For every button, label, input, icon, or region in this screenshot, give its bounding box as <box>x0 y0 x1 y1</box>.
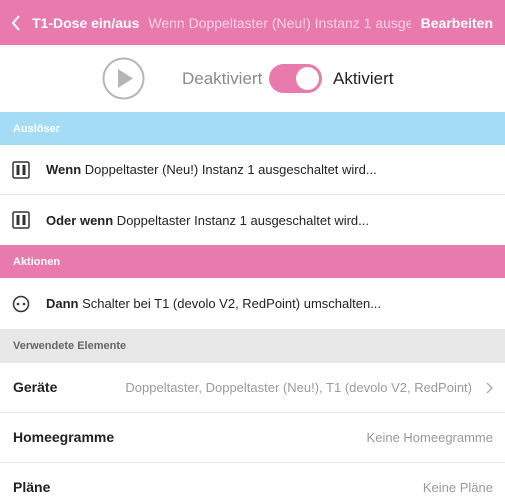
plans-row[interactable]: Pläne Keine Pläne <box>0 463 505 500</box>
plans-value: Keine Pläne <box>422 480 493 495</box>
trigger-row[interactable]: Wenn Doppeltaster (Neu!) Instanz 1 ausge… <box>0 145 505 195</box>
back-button[interactable] <box>0 0 32 45</box>
action-text: Dann Schalter bei T1 (devolo V2, RedPoin… <box>46 296 382 311</box>
page-title: T1-Dose ein/aus <box>32 14 140 31</box>
devices-row[interactable]: Geräte Doppeltaster, Doppeltaster (Neu!)… <box>0 363 505 413</box>
devices-label: Geräte <box>13 379 58 395</box>
trigger-text: Oder wenn Doppeltaster Instanz 1 ausgesc… <box>46 212 369 228</box>
trigger-text: Wenn Doppeltaster (Neu!) Instanz 1 ausge… <box>46 162 377 177</box>
devices-value: Doppeltaster, Doppeltaster (Neu!), T1 (d… <box>125 380 472 395</box>
section-actions: Aktionen <box>0 245 505 278</box>
homeegrams-value: Keine Homeegramme <box>366 430 493 445</box>
edit-button[interactable]: Bearbeiten <box>411 15 505 31</box>
chevron-left-icon <box>11 14 20 31</box>
dots-circle-icon <box>12 295 30 312</box>
activated-label: Aktiviert <box>333 69 394 88</box>
homeegrams-row[interactable]: Homeegramme Keine Homeegramme <box>0 413 505 463</box>
app-header: T1-Dose ein/aus Wenn Doppeltaster (Neu!)… <box>0 0 505 45</box>
section-triggers: Auslöser <box>0 112 505 145</box>
double-switch-icon <box>12 211 30 229</box>
chevron-right-icon <box>486 382 493 394</box>
toggle-knob <box>296 67 319 90</box>
trigger-row[interactable]: Oder wenn Doppeltaster Instanz 1 ausgesc… <box>0 195 505 245</box>
activation-row: Deaktiviert Aktiviert <box>0 45 505 112</box>
homeegrams-label: Homeegramme <box>13 429 115 445</box>
play-icon[interactable] <box>102 57 145 100</box>
section-used-elements: Verwendete Elemente <box>0 329 505 363</box>
action-row[interactable]: Dann Schalter bei T1 (devolo V2, RedPoin… <box>0 278 505 329</box>
page-subtitle: Wenn Doppeltaster (Neu!) Instanz 1 ausge… <box>148 14 411 31</box>
deactivated-label: Deaktiviert <box>182 69 263 88</box>
double-switch-icon <box>12 160 30 179</box>
activation-toggle[interactable] <box>269 64 322 93</box>
plans-label: Pläne <box>13 479 51 495</box>
